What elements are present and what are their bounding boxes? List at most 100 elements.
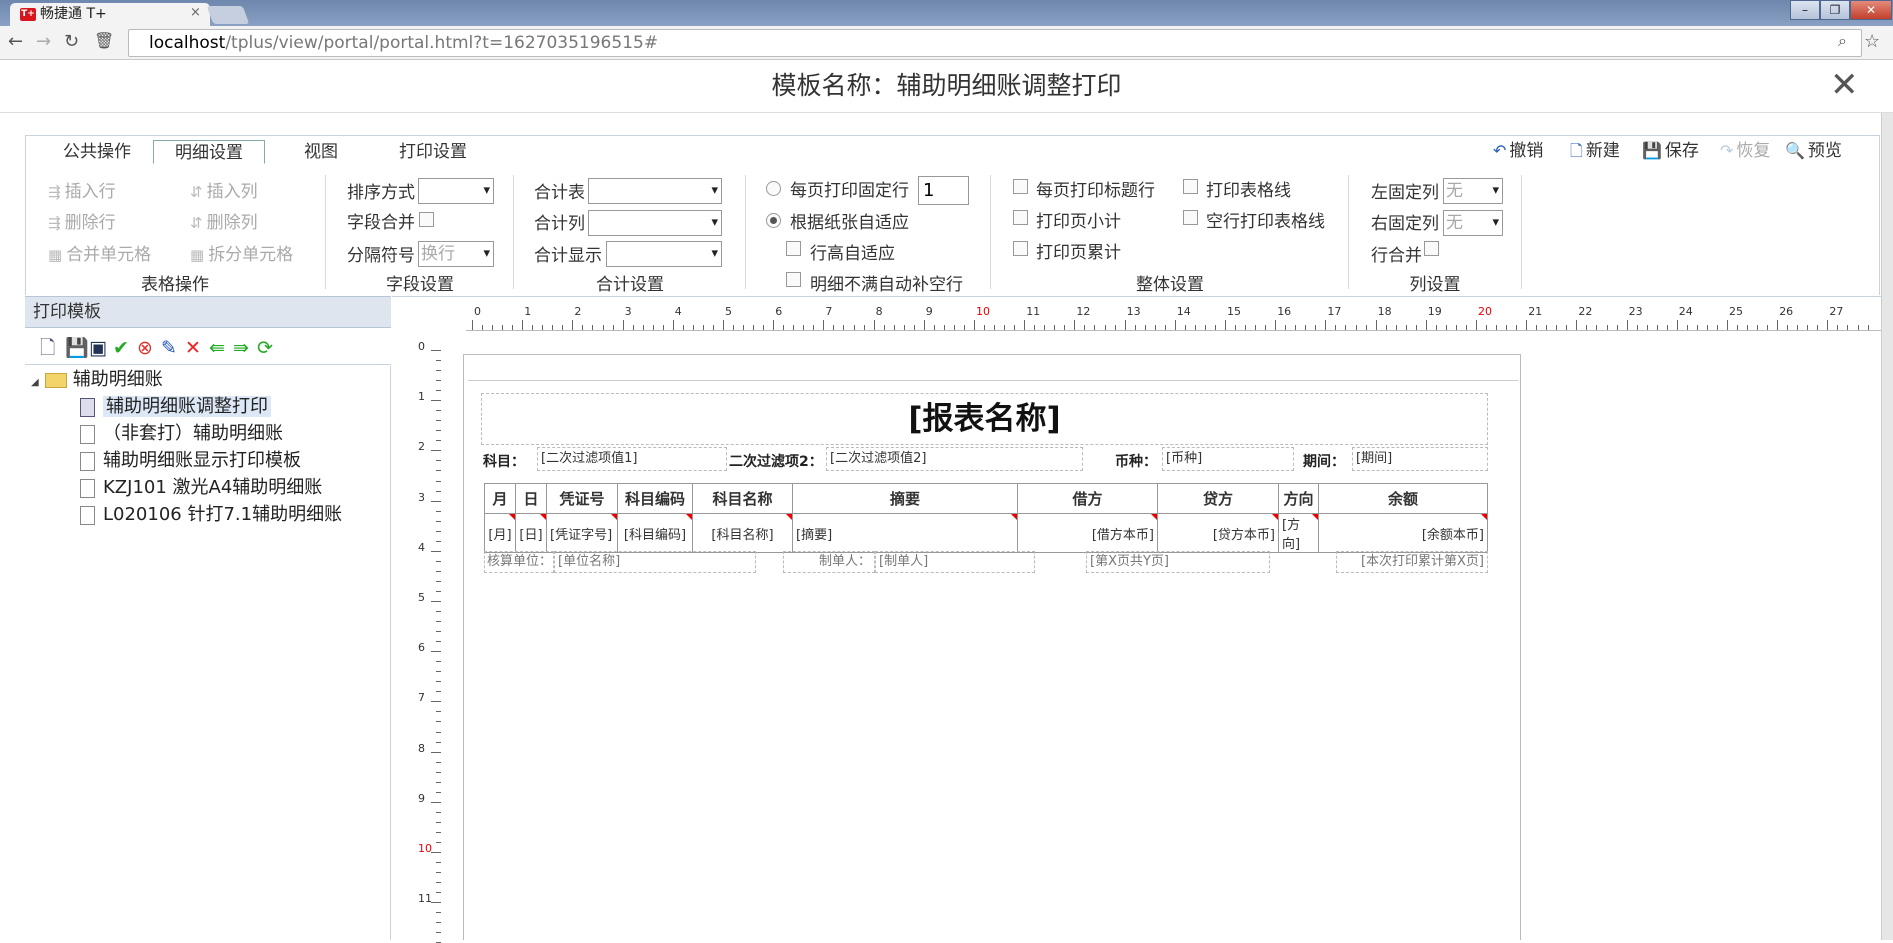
header-cell[interactable]: 月	[484, 483, 516, 514]
insert-col-button[interactable]: ⇵ 插入列	[190, 182, 258, 202]
header-cell[interactable]: 余额	[1318, 483, 1488, 514]
cell-marker-icon	[1481, 514, 1487, 520]
tree-item[interactable]: L020106 针打7.1辅助明细账	[80, 503, 342, 527]
header-cell[interactable]: 方向	[1278, 483, 1319, 514]
bookmark-star-icon[interactable]: ☆	[1864, 31, 1880, 52]
new-template-icon[interactable]: 🗋	[40, 337, 55, 359]
window-close-button[interactable]: ✕	[1850, 0, 1892, 20]
set-default-icon[interactable]: ✔	[113, 337, 129, 359]
tab-detail-settings[interactable]: 明细设置	[153, 140, 265, 164]
row-merge-checkbox[interactable]	[1424, 241, 1439, 256]
field-cell[interactable]: [月]	[484, 513, 516, 553]
field-cell[interactable]: [余额本币]	[1318, 513, 1488, 553]
forward-icon[interactable]: →	[36, 31, 51, 52]
preview-button[interactable]: 🔍 预览	[1785, 139, 1842, 163]
page-cumulative-checkbox[interactable]	[1013, 241, 1028, 256]
address-bar-row: ← → ↻ 🗑 localhost/tplus/view/portal/port…	[0, 26, 1893, 60]
page-number[interactable]: [第X页共Y页]	[1086, 551, 1270, 573]
tab-public-ops[interactable]: 公共操作	[52, 140, 142, 164]
delete-col-button[interactable]: ⇵ 删除列	[190, 213, 258, 233]
split-cells-button[interactable]: ▦ 拆分单元格	[190, 245, 293, 265]
total-table-select[interactable]	[588, 178, 722, 204]
tree-item[interactable]: （非套打）辅助明细账	[80, 422, 283, 446]
fit-paper-radio[interactable]	[766, 213, 781, 228]
browser-tab[interactable]: 畅捷通 T+	[10, 3, 210, 26]
field-cell[interactable]: [借方本币]	[1017, 513, 1158, 553]
tab-print-settings[interactable]: 打印设置	[388, 140, 478, 164]
maker-value[interactable]: [制单人]	[875, 551, 1035, 573]
restore-button[interactable]: ❐	[1820, 0, 1850, 20]
cumulative-page[interactable]: [本次打印累计第X页]	[1336, 551, 1488, 573]
trash-icon[interactable]: 🗑	[94, 31, 114, 50]
header-cell[interactable]: 借方	[1017, 483, 1158, 514]
right-scroll-edge	[1881, 113, 1893, 940]
refresh-icon[interactable]: ⟳	[257, 337, 273, 359]
undo-button[interactable]: ↶ 撤销	[1493, 139, 1543, 163]
unit-label[interactable]: 核算单位：	[484, 551, 554, 573]
new-tab-button[interactable]	[206, 6, 250, 24]
field-cell[interactable]: [摘要]	[792, 513, 1018, 553]
dialog-close-icon[interactable]: ✕	[1830, 65, 1859, 105]
reload-icon[interactable]: ↻	[64, 31, 79, 52]
insert-row-button[interactable]: ⇶ 插入行	[48, 182, 116, 202]
filter2-value[interactable]: [二次过滤项值2]	[826, 447, 1083, 471]
print-title-checkbox[interactable]	[1013, 179, 1028, 194]
blank-grid-checkbox[interactable]	[1183, 210, 1198, 225]
field-cell[interactable]: [日]	[515, 513, 547, 553]
export-icon[interactable]: ⇛	[233, 337, 249, 359]
print-grid-checkbox[interactable]	[1183, 179, 1198, 194]
rename-icon[interactable]: ✎	[161, 337, 177, 359]
total-column-select[interactable]	[588, 210, 722, 236]
tree-item-selected[interactable]: 辅助明细账调整打印	[80, 395, 271, 419]
total-display-select[interactable]	[606, 241, 722, 267]
redo-button[interactable]: ↷ 恢复	[1720, 139, 1770, 163]
zoom-icon[interactable]: ⌕	[1838, 31, 1847, 51]
separator-select[interactable]: 换行	[418, 241, 494, 267]
header-cell[interactable]: 贷方	[1157, 483, 1279, 514]
currency-value[interactable]: [币种]	[1162, 447, 1294, 471]
import-icon[interactable]: ⇚	[209, 337, 225, 359]
left-fixed-select[interactable]: 无	[1443, 178, 1503, 204]
back-icon[interactable]: ←	[8, 31, 23, 52]
fixed-rows-input[interactable]: 1	[918, 176, 969, 205]
tree-item[interactable]: 辅助明细账显示打印模板	[80, 449, 301, 473]
sort-select[interactable]	[418, 178, 494, 204]
save-button[interactable]: 💾 保存	[1642, 139, 1699, 163]
tree-item[interactable]: KZJ101 激光A4辅助明细账	[80, 476, 322, 500]
url-input[interactable]: localhost/tplus/view/portal/portal.html?…	[128, 29, 1862, 57]
fixed-rows-radio[interactable]	[766, 181, 781, 196]
delete-row-button[interactable]: ⇶ 删除行	[48, 213, 116, 233]
maker-label[interactable]: 制单人：	[783, 551, 875, 573]
field-cell[interactable]: [科目编码]	[617, 513, 693, 553]
merge-cells-button[interactable]: ▦ 合并单元格	[48, 245, 151, 265]
report-title[interactable]: [报表名称]	[481, 393, 1488, 445]
tree-root[interactable]: ◢ 辅助明细账	[31, 368, 163, 395]
page-subtotal-checkbox[interactable]	[1013, 210, 1028, 225]
collapse-triangle-icon[interactable]: ◢	[31, 377, 39, 388]
unit-value[interactable]: [单位名称]	[554, 551, 756, 573]
field-cell[interactable]: [贷方本币]	[1157, 513, 1279, 553]
field-cell[interactable]: [科目名称]	[692, 513, 793, 553]
delete-template-icon[interactable]: ✕	[185, 337, 201, 359]
save-template-icon[interactable]: 💾	[65, 337, 89, 359]
print-grid-label: 打印表格线	[1206, 181, 1291, 201]
field-merge-checkbox[interactable]	[419, 212, 434, 227]
new-button[interactable]: 🗋 新建	[1570, 139, 1620, 163]
header-cell[interactable]: 科目名称	[692, 483, 793, 514]
tab-view[interactable]: 视图	[290, 140, 352, 164]
subject-value[interactable]: [二次过滤项值1]	[537, 447, 727, 471]
row-height-checkbox[interactable]	[786, 241, 801, 256]
fill-blank-checkbox[interactable]	[786, 272, 801, 287]
header-cell[interactable]: 凭证号	[546, 483, 618, 514]
minimize-button[interactable]: –	[1790, 0, 1820, 20]
cancel-default-icon[interactable]: ⊗	[137, 337, 153, 359]
close-tab-icon[interactable]: ×	[190, 5, 201, 20]
save-as-icon[interactable]: ▣	[89, 337, 107, 359]
header-cell[interactable]: 科目编码	[617, 483, 693, 514]
field-cell[interactable]: [凭证字号]	[546, 513, 618, 553]
field-cell[interactable]: [方向]	[1278, 513, 1319, 553]
header-cell[interactable]: 日	[515, 483, 547, 514]
period-value[interactable]: [期间]	[1352, 447, 1488, 471]
header-cell[interactable]: 摘要	[792, 483, 1018, 514]
right-fixed-select[interactable]: 无	[1443, 210, 1503, 236]
